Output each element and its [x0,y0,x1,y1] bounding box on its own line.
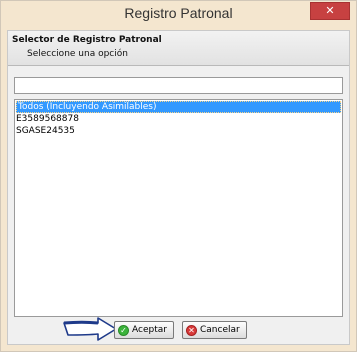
close-button[interactable]: ✕ [310,2,350,20]
cancel-icon: ✕ [186,324,197,336]
check-icon: ✓ [118,324,129,336]
list-item-sgase24535[interactable]: SGASE24535 [15,125,342,137]
accept-label: Aceptar [132,325,167,335]
cancel-button[interactable]: ✕ Cancelar [182,321,247,339]
dialog-body: Selector de Registro Patronal Seleccione… [7,30,350,345]
list-item-todos[interactable]: Todos (Incluyendo Asimilables) [16,101,341,113]
pointer-arrow-icon [63,317,117,341]
window-title: Registro Patronal [124,5,233,21]
registro-listbox[interactable]: Todos (Incluyendo Asimilables) E35895688… [14,99,343,317]
header-subtitle: Seleccione una opción [27,49,128,59]
cancel-label: Cancelar [200,325,240,335]
header-title: Selector de Registro Patronal [12,35,162,45]
close-icon: ✕ [325,4,335,17]
filter-input[interactable] [14,77,343,94]
dialog-window: Registro Patronal ✕ Selector de Registro… [0,0,357,352]
list-item-e3589568878[interactable]: E3589568878 [15,113,342,125]
header-panel: Selector de Registro Patronal Seleccione… [8,31,349,66]
accept-button[interactable]: ✓ Aceptar [114,321,174,339]
title-bar[interactable]: Registro Patronal ✕ [1,1,356,29]
